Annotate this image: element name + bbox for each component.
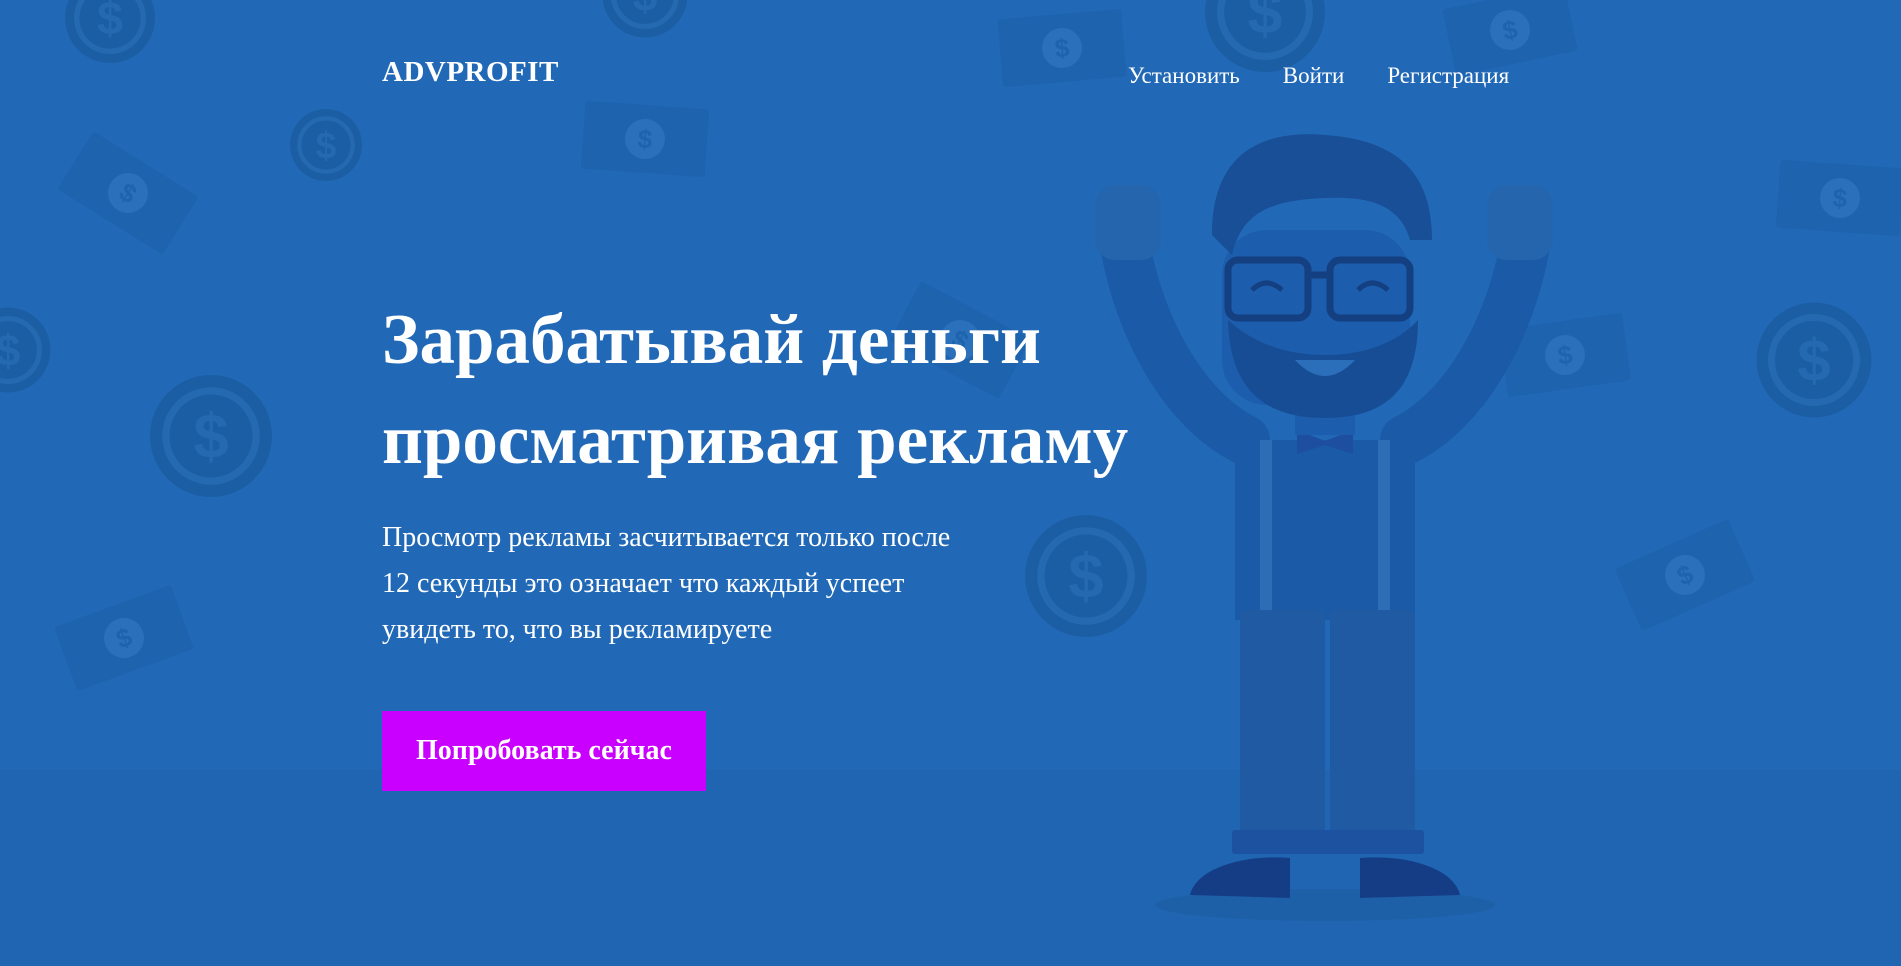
banknote-icon	[997, 8, 1127, 88]
coin-icon	[1025, 515, 1147, 637]
hero-section: $ $	[0, 0, 1901, 966]
description-line-1: Просмотр рекламы засчитывается только по…	[382, 522, 951, 553]
coin-icon	[150, 375, 272, 497]
coin-icon	[0, 308, 51, 393]
coin-icon	[65, 0, 155, 63]
description-line-2: 12 секунды это означает что каждый успее…	[382, 568, 905, 599]
coin-icon	[1757, 303, 1872, 418]
banknote-icon	[54, 584, 194, 692]
description-line-3: увидеть то, что вы рекламируете	[382, 614, 773, 645]
nav-item-register[interactable]: Регистрация	[1387, 63, 1509, 89]
banknote-icon	[1614, 518, 1756, 632]
banknote-icon	[580, 100, 710, 178]
logo[interactable]: ADVPROFIT	[382, 56, 559, 89]
banknote-icon	[1775, 159, 1901, 237]
nav-item-install[interactable]: Установить	[1128, 63, 1240, 89]
coin-icon	[603, 0, 688, 38]
mascot-illustration	[1095, 134, 1553, 921]
main-nav: Установить Войти Регистрация	[1128, 63, 1509, 89]
try-now-button[interactable]: Попробовать сейчас	[382, 711, 706, 791]
coin-icon	[290, 109, 362, 181]
banknote-icon	[57, 131, 199, 255]
coin-icon	[1205, 0, 1325, 72]
headline-line-2: просматривая рекламу	[382, 401, 1129, 479]
headline-line-1: Зарабатывай деньги	[382, 301, 1041, 379]
nav-item-login[interactable]: Войти	[1283, 63, 1345, 89]
hero-description: Просмотр рекламы засчитывается только по…	[382, 515, 1022, 653]
hero-headline: Зарабатывай деньги просматривая рекламу	[382, 290, 1202, 490]
